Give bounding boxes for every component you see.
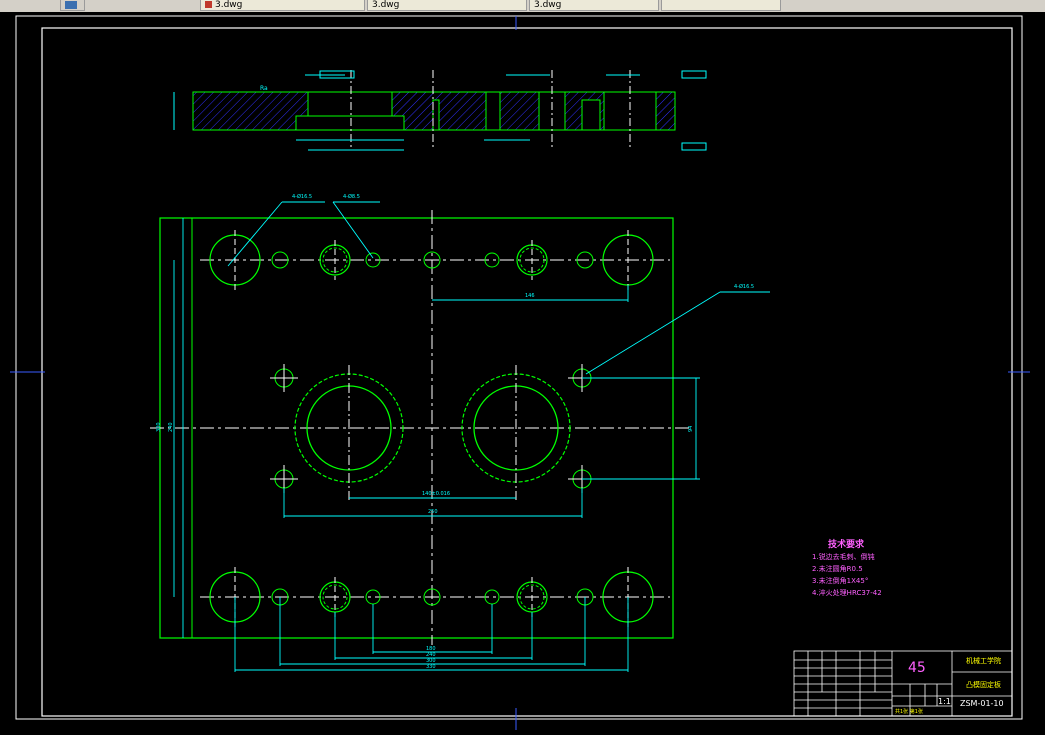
tech-item: 2.未注圆角R0.5 xyxy=(812,565,863,573)
dim-hole-r: 4-Ø16.5 xyxy=(734,283,754,290)
drawing-number: ZSM-01-10 xyxy=(960,699,1004,708)
tech-item: 4.淬火处理HRC37-42 xyxy=(812,589,882,597)
dim-b4: 330 xyxy=(426,664,436,670)
dim-250: 250 xyxy=(428,509,438,515)
tech-title: 技术要求 xyxy=(828,540,865,550)
plan-view xyxy=(150,201,770,672)
dim-hole-tl2: 4-Ø8.5 xyxy=(343,193,360,200)
tech-item: 3.未注倒角1X45° xyxy=(812,577,869,585)
part-name-label: 凸模固定板 xyxy=(966,681,1001,689)
company-label: 机械工学院 xyxy=(966,657,1001,665)
tech-list: 1.锐边去毛刺、倒钝 2.未注圆角R0.5 3.未注倒角1X45° 4.淬火处理… xyxy=(812,551,882,599)
sheet-label: 共1张 第1张 xyxy=(895,709,923,715)
scale-label: 1:1 xyxy=(938,697,951,706)
dim-240: 240 xyxy=(168,422,174,432)
svg-text:Ra: Ra xyxy=(260,85,268,92)
cad-drawing: Ra 4-Ø16.5 4-Ø8.5 4-Ø16.5 146 140±0.016 … xyxy=(10,15,1030,730)
section-view: Ra xyxy=(173,70,707,151)
inner-frame xyxy=(41,27,1013,717)
dim-94: 94 xyxy=(688,426,694,432)
dim-140: 140±0.016 xyxy=(422,491,450,497)
tech-item: 1.锐边去毛刺、倒钝 xyxy=(812,553,875,561)
dim-hole-tl: 4-Ø16.5 xyxy=(292,193,312,200)
dim-146: 146 xyxy=(525,293,535,299)
dim-300: 300 xyxy=(156,422,162,432)
material-label: 45 xyxy=(908,660,926,676)
